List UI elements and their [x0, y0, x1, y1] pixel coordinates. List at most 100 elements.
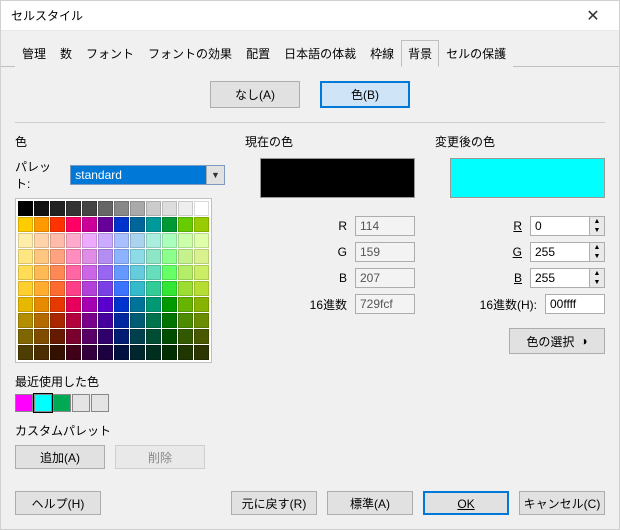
swatch[interactable]: [146, 265, 161, 280]
new-g-input[interactable]: [530, 242, 590, 262]
swatch[interactable]: [34, 297, 49, 312]
swatch[interactable]: [178, 217, 193, 232]
swatch[interactable]: [178, 201, 193, 216]
swatch[interactable]: [194, 345, 209, 360]
new-hex-input[interactable]: [545, 294, 605, 314]
tab-0[interactable]: 管理: [15, 40, 53, 67]
swatch[interactable]: [50, 201, 65, 216]
swatch[interactable]: [130, 265, 145, 280]
swatch[interactable]: [18, 281, 33, 296]
new-r-input[interactable]: [530, 216, 590, 236]
recent-swatch[interactable]: [91, 394, 109, 412]
swatch[interactable]: [194, 313, 209, 328]
swatch[interactable]: [50, 281, 65, 296]
tab-8[interactable]: セルの保護: [439, 40, 513, 67]
swatch[interactable]: [18, 265, 33, 280]
swatch[interactable]: [18, 201, 33, 216]
standard-button[interactable]: 標準(A): [327, 491, 413, 515]
palette-combo[interactable]: standard ▼: [70, 165, 225, 185]
swatch[interactable]: [98, 345, 113, 360]
swatch[interactable]: [98, 329, 113, 344]
swatch[interactable]: [34, 201, 49, 216]
swatch[interactable]: [114, 281, 129, 296]
recent-swatch[interactable]: [34, 394, 52, 412]
ok-button[interactable]: OK: [423, 491, 509, 515]
swatch[interactable]: [194, 201, 209, 216]
swatch[interactable]: [66, 281, 81, 296]
swatch[interactable]: [130, 281, 145, 296]
swatch[interactable]: [66, 265, 81, 280]
swatch[interactable]: [98, 201, 113, 216]
swatch[interactable]: [114, 265, 129, 280]
swatch[interactable]: [130, 249, 145, 264]
swatch[interactable]: [178, 313, 193, 328]
swatch[interactable]: [34, 249, 49, 264]
swatch[interactable]: [146, 217, 161, 232]
swatch[interactable]: [114, 345, 129, 360]
swatch[interactable]: [50, 265, 65, 280]
swatch[interactable]: [194, 249, 209, 264]
swatch[interactable]: [114, 233, 129, 248]
swatch[interactable]: [162, 281, 177, 296]
tab-3[interactable]: フォントの効果: [141, 40, 239, 67]
swatch[interactable]: [114, 329, 129, 344]
new-r-spinner[interactable]: ▲▼: [590, 216, 605, 236]
swatch[interactable]: [82, 201, 97, 216]
swatch[interactable]: [162, 249, 177, 264]
swatch[interactable]: [66, 313, 81, 328]
swatch[interactable]: [178, 233, 193, 248]
swatch[interactable]: [178, 329, 193, 344]
mode-color-button[interactable]: 色(B): [320, 81, 410, 108]
swatch[interactable]: [130, 201, 145, 216]
swatch[interactable]: [82, 313, 97, 328]
swatch[interactable]: [50, 329, 65, 344]
swatch[interactable]: [194, 297, 209, 312]
swatch[interactable]: [18, 297, 33, 312]
swatch[interactable]: [82, 265, 97, 280]
swatch[interactable]: [34, 281, 49, 296]
swatch[interactable]: [18, 217, 33, 232]
swatch[interactable]: [98, 297, 113, 312]
cancel-button[interactable]: キャンセル(C): [519, 491, 605, 515]
swatch[interactable]: [82, 233, 97, 248]
swatch[interactable]: [146, 233, 161, 248]
swatch[interactable]: [162, 345, 177, 360]
swatch[interactable]: [34, 313, 49, 328]
swatch[interactable]: [162, 233, 177, 248]
swatch[interactable]: [130, 217, 145, 232]
mode-none-button[interactable]: なし(A): [210, 81, 300, 108]
swatch[interactable]: [66, 345, 81, 360]
swatch[interactable]: [82, 297, 97, 312]
swatch[interactable]: [162, 265, 177, 280]
swatch[interactable]: [146, 281, 161, 296]
swatch[interactable]: [162, 297, 177, 312]
swatch[interactable]: [194, 217, 209, 232]
swatch[interactable]: [98, 233, 113, 248]
swatch[interactable]: [162, 217, 177, 232]
swatch[interactable]: [82, 249, 97, 264]
swatch[interactable]: [34, 329, 49, 344]
swatch[interactable]: [146, 249, 161, 264]
swatch[interactable]: [98, 249, 113, 264]
swatch[interactable]: [178, 297, 193, 312]
swatch[interactable]: [34, 265, 49, 280]
swatch[interactable]: [194, 281, 209, 296]
tab-2[interactable]: フォント: [79, 40, 141, 67]
swatch[interactable]: [18, 313, 33, 328]
swatch[interactable]: [66, 249, 81, 264]
new-b-input[interactable]: [530, 268, 590, 288]
swatch[interactable]: [66, 297, 81, 312]
tab-1[interactable]: 数: [53, 40, 79, 67]
swatch[interactable]: [178, 345, 193, 360]
swatch[interactable]: [50, 313, 65, 328]
swatch[interactable]: [194, 265, 209, 280]
swatch[interactable]: [114, 297, 129, 312]
tab-6[interactable]: 枠線: [363, 40, 401, 67]
swatch[interactable]: [34, 233, 49, 248]
swatch[interactable]: [82, 329, 97, 344]
swatch[interactable]: [98, 313, 113, 328]
tab-4[interactable]: 配置: [239, 40, 277, 67]
swatch[interactable]: [162, 313, 177, 328]
swatch[interactable]: [18, 249, 33, 264]
swatch[interactable]: [130, 297, 145, 312]
